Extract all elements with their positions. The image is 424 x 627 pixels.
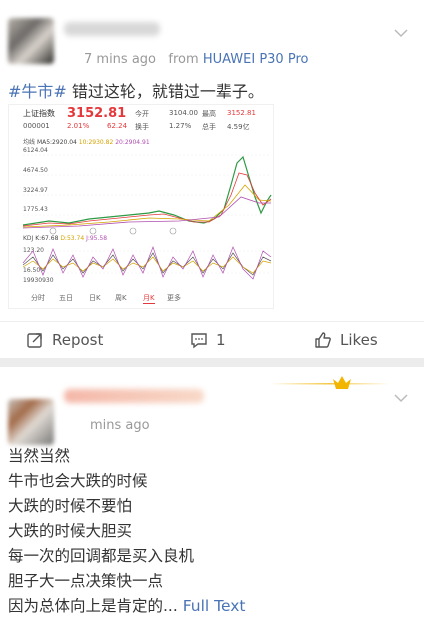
kdj-label: KDJ	[23, 235, 34, 242]
tab-daily[interactable]: 日K	[89, 293, 101, 303]
repost-button[interactable]: Repost	[26, 331, 103, 349]
turnover-label: 换手	[135, 123, 149, 131]
open-label: 今开	[135, 110, 149, 118]
post-line: 因为总体向上是肯定的...	[8, 597, 178, 615]
username-blurred[interactable]	[64, 389, 204, 403]
chart-period-tabs: 分时 五日 日K 周K 月K 更多	[9, 290, 273, 306]
avatar[interactable]	[8, 18, 54, 64]
open-value: 3104.00	[169, 109, 198, 117]
comment-count: 1	[216, 331, 226, 349]
volume-value: 4.59亿	[227, 123, 250, 131]
post-card-1: 7 mins ago from HUAWEI P30 Pro #牛市# 错过这轮…	[0, 0, 424, 358]
post-line: 大跌的时候大胆买	[8, 522, 133, 540]
thumbs-up-icon	[315, 332, 331, 348]
chevron-down-icon[interactable]	[394, 26, 408, 40]
post-line: 牛市也会大跌的时候	[8, 472, 148, 490]
post-line: 每一次的回调都是买入良机	[8, 547, 195, 565]
post-line: 当然当然	[8, 447, 71, 465]
tab-weekly[interactable]: 周K	[115, 293, 127, 303]
kdj-legend: KDJ K:67.68 D:53.74 J:95.58	[23, 235, 107, 242]
kdj-chart	[22, 245, 272, 280]
chevron-down-icon[interactable]	[394, 391, 408, 405]
volume-label: 总手	[202, 123, 216, 131]
candlestick-chart	[22, 154, 272, 235]
tab-more[interactable]: 更多	[167, 293, 181, 303]
hashtag-link[interactable]: #牛市#	[8, 82, 67, 101]
tab-monthly[interactable]: 月K	[143, 293, 155, 304]
crown-decoration-icon	[270, 376, 390, 389]
stock-change: 62.24	[107, 122, 128, 130]
post-time: mins ago	[90, 418, 150, 433]
post-card-2: mins ago 当然当然 牛市也会大跌的时候 大跌的时候不要怕 大跌的时候大胆…	[0, 367, 424, 627]
tab-five-day[interactable]: 五日	[59, 293, 73, 303]
post-time: 7 mins ago	[84, 52, 156, 67]
comment-button[interactable]: 1	[190, 331, 226, 349]
turnover-value: 1.27%	[169, 122, 192, 130]
tab-intraday[interactable]: 分时	[31, 293, 45, 303]
post-line: 大跌的时候不要怕	[8, 497, 133, 515]
post-line-last: 因为总体向上是肯定的... Full Text	[8, 594, 246, 619]
post-meta: 7 mins ago from HUAWEI P30 Pro	[84, 52, 308, 67]
repost-icon	[27, 333, 42, 348]
stock-change-pct: 2.01%	[67, 122, 90, 130]
high-label: 最高	[202, 110, 216, 118]
repost-label: Repost	[52, 331, 104, 349]
j-value: J:95.58	[86, 235, 108, 242]
avatar[interactable]	[8, 399, 54, 445]
stock-header: 上证指数 3152.81 000001 2.01% 62.24 今开 换手 31…	[9, 105, 273, 135]
stock-code: 000001	[23, 122, 50, 130]
post-text: #牛市# 错过这轮，就错过一辈子。	[8, 78, 264, 102]
comment-icon	[191, 333, 207, 349]
action-bar: Repost 1 Likes	[0, 322, 424, 358]
from-label: from	[168, 52, 199, 67]
post-body: 当然当然 牛市也会大跌的时候 大跌的时候不要怕 大跌的时候大胆买 每一次的回调都…	[8, 444, 246, 619]
d-value: D:53.74	[60, 235, 85, 242]
full-text-link[interactable]: Full Text	[178, 597, 246, 615]
username-blurred[interactable]	[64, 22, 160, 36]
likes-label: Likes	[340, 331, 378, 349]
post-line: 胆子大一点决策快一点	[8, 572, 164, 590]
stock-name: 上证指数	[23, 109, 55, 118]
stock-chart-image[interactable]: 上证指数 3152.81 000001 2.01% 62.24 今开 换手 31…	[8, 104, 274, 309]
like-button[interactable]: Likes	[314, 331, 378, 349]
high-value: 3152.81	[227, 109, 256, 117]
post-body: 错过这轮，就错过一辈子。	[66, 82, 264, 101]
device-name[interactable]: HUAWEI P30 Pro	[203, 52, 309, 67]
stock-price: 3152.81	[67, 106, 127, 121]
k-value: K:67.68	[35, 235, 59, 242]
